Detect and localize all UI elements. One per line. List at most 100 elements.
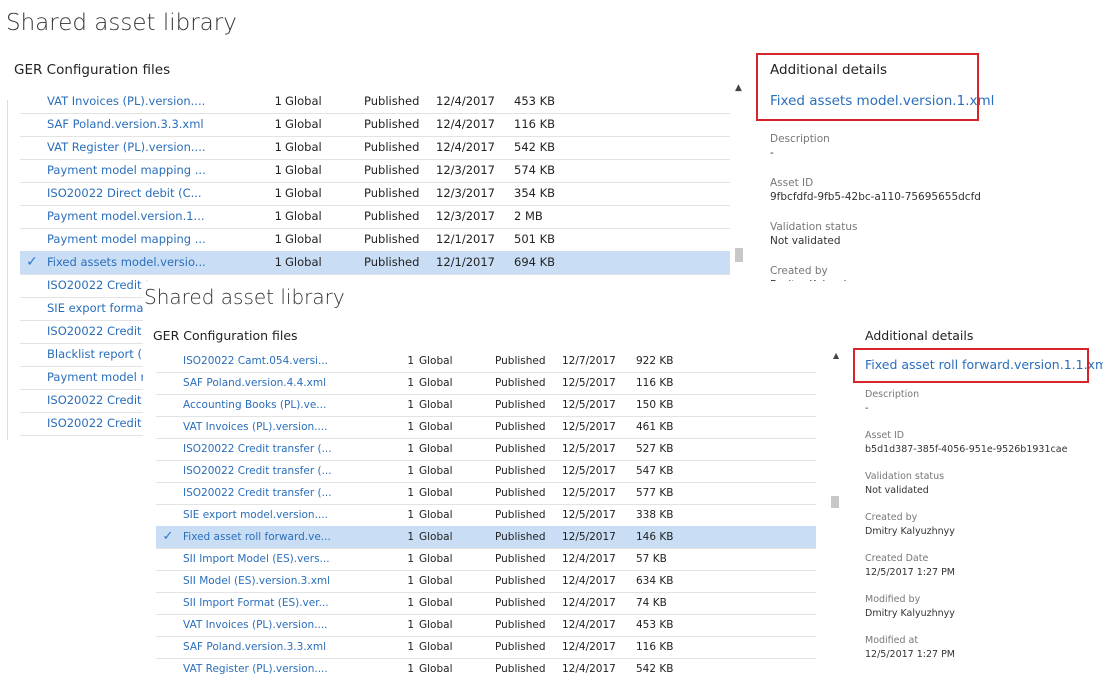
table-row[interactable]: Payment model mapping ... 1 Global Publishe… [20, 159, 730, 183]
status-cell: Published [495, 509, 546, 521]
file-name-cell: Fixed assets model.versio... [47, 255, 206, 269]
table-row[interactable]: Payment model.version.1... 1 Global Publish… [20, 205, 730, 229]
date-cell: 12/4/2017 [562, 619, 616, 631]
scope-cell: Global [419, 531, 453, 543]
size-cell: 527 KB [636, 443, 674, 455]
status-cell: Published [495, 443, 546, 455]
status-cell: Published [364, 186, 420, 200]
status-cell: Published [495, 597, 546, 609]
version-cell: 1 [407, 443, 414, 455]
date-cell: 12/5/2017 [562, 509, 616, 521]
version-cell: 1 [407, 641, 414, 653]
size-cell: 116 KB [514, 117, 556, 131]
details-header: Additional details [865, 328, 974, 343]
table-row[interactable]: SAF Poland.version.4.4.xml 1 Global Publish… [156, 372, 816, 395]
file-name-cell: VAT Invoices (PL).version.... [183, 421, 328, 433]
scroll-up-icon[interactable]: ▲ [833, 351, 839, 360]
page-title: Shared asset library [144, 285, 345, 309]
detail-label: Description [865, 389, 920, 400]
scrollbar-thumb[interactable] [831, 496, 839, 508]
version-cell: 1 [274, 186, 282, 200]
file-name-cell: SAF Poland.version.3.3.xml [183, 641, 327, 653]
checkmark-icon[interactable]: ✓ [158, 526, 178, 548]
date-cell: 12/5/2017 [562, 443, 616, 455]
scope-cell: Global [285, 255, 322, 269]
status-cell: Published [495, 421, 546, 433]
highlight-box [853, 348, 1089, 383]
status-cell: Published [495, 531, 546, 543]
table-row[interactable]: VAT Invoices (PL).version.... 1 Global Publ… [20, 90, 730, 114]
detail-value: 12/5/2017 1:27 PM [865, 567, 956, 578]
date-cell: 12/3/2017 [436, 209, 495, 223]
version-cell: 1 [274, 232, 282, 246]
detail-value: Not validated [770, 235, 841, 247]
table-row[interactable]: SII Import Model (ES).vers... 1 Global Publ… [156, 548, 816, 571]
config-files-grid: ISO20022 Camt.054.versi... 1 Global Publish… [156, 350, 816, 678]
size-cell: 453 KB [514, 94, 556, 108]
table-row[interactable]: ISO20022 Credit transfer (... 1 Global Publ… [156, 482, 816, 505]
size-cell: 116 KB [636, 641, 674, 653]
table-row[interactable]: VAT Register (PL).version.... 1 Global Publ… [20, 136, 730, 160]
table-row[interactable]: SAF Poland.version.3.3.xml 1 Global Publish… [156, 636, 816, 659]
table-row-selected[interactable]: ✓ Fixed assets model.versio... 1 Global Publ… [20, 251, 730, 275]
file-name-cell: Payment model.version.1... [47, 209, 205, 223]
table-row[interactable]: VAT Invoices (PL).version.... 1 Global Publ… [156, 614, 816, 637]
date-cell: 12/5/2017 [562, 487, 616, 499]
table-row[interactable]: SIE export model.version.... 1 Global Publi… [156, 504, 816, 527]
table-row[interactable]: VAT Invoices (PL).version.... 1 Global Publ… [156, 416, 816, 439]
scope-cell: Global [419, 355, 453, 367]
table-row-selected[interactable]: ✓ Fixed asset roll forward.ve... 1 Global Pu… [156, 526, 816, 549]
checkmark-icon[interactable]: ✓ [22, 251, 42, 274]
scope-cell: Global [419, 641, 453, 653]
status-cell: Published [495, 487, 546, 499]
table-row[interactable]: VAT Register (PL).version.... 1 Global Publ… [156, 658, 816, 678]
file-name-cell: Accounting Books (PL).ve... [183, 399, 327, 411]
table-row[interactable]: SII Model (ES).version.3.xml 1 Global Publi… [156, 570, 816, 593]
file-name-cell: Payment model mapping ... [47, 232, 206, 246]
detail-label: Created by [770, 265, 828, 277]
version-cell: 1 [407, 575, 414, 587]
scroll-up-icon[interactable]: ▲ [735, 83, 742, 93]
status-cell: Published [495, 399, 546, 411]
size-cell: 577 KB [636, 487, 674, 499]
file-name-cell: SII Model (ES).version.3.xml [183, 575, 331, 587]
file-name-cell: VAT Invoices (PL).version.... [183, 619, 328, 631]
date-cell: 12/5/2017 [562, 421, 616, 433]
version-cell: 1 [407, 663, 414, 675]
file-name-cell: ISO20022 Credit transfer (... [183, 443, 332, 455]
date-cell: 12/1/2017 [436, 255, 495, 269]
detail-label: Modified by [865, 594, 921, 605]
scope-cell: Global [285, 232, 322, 246]
file-name-cell: SII Import Format (ES).ver... [183, 597, 329, 609]
highlight-box [756, 53, 979, 121]
table-row[interactable]: Accounting Books (PL).ve... 1 Global Publis… [156, 394, 816, 417]
scope-cell: Global [419, 377, 453, 389]
version-cell: 1 [274, 163, 282, 177]
status-cell: Published [495, 465, 546, 477]
scope-cell: Global [285, 94, 322, 108]
size-cell: 338 KB [636, 509, 674, 521]
size-cell: 453 KB [636, 619, 674, 631]
date-cell: 12/4/2017 [436, 117, 495, 131]
version-cell: 1 [407, 421, 414, 433]
table-row[interactable]: ISO20022 Credit transfer (... 1 Global Publ… [156, 460, 816, 483]
table-row[interactable]: SII Import Format (ES).ver... 1 Global Publ… [156, 592, 816, 615]
scope-cell: Global [419, 487, 453, 499]
date-cell: 12/3/2017 [436, 186, 495, 200]
table-row[interactable]: ISO20022 Camt.054.versi... 1 Global Publish… [156, 350, 816, 373]
date-cell: 12/5/2017 [562, 399, 616, 411]
table-row[interactable]: ISO20022 Credit transfer (... 1 Global Publ… [156, 438, 816, 461]
scrollbar-thumb[interactable] [735, 248, 743, 262]
detail-label: Asset ID [865, 430, 905, 441]
size-cell: 74 KB [636, 597, 667, 609]
file-name-cell: Fixed asset roll forward.ve... [183, 531, 331, 543]
status-cell: Published [495, 355, 546, 367]
scope-cell: Global [419, 597, 453, 609]
detail-value: - [865, 403, 869, 414]
table-row[interactable]: SAF Poland.version.3.3.xml 1 Global Publish… [20, 113, 730, 137]
table-row[interactable]: Payment model mapping ... 1 Global Publishe… [20, 228, 730, 252]
page-title: Shared asset library [6, 10, 237, 36]
detail-label: Description [770, 133, 830, 145]
table-row[interactable]: ISO20022 Direct debit (C... 1 Global Publis… [20, 182, 730, 206]
scope-cell: Global [419, 663, 453, 675]
